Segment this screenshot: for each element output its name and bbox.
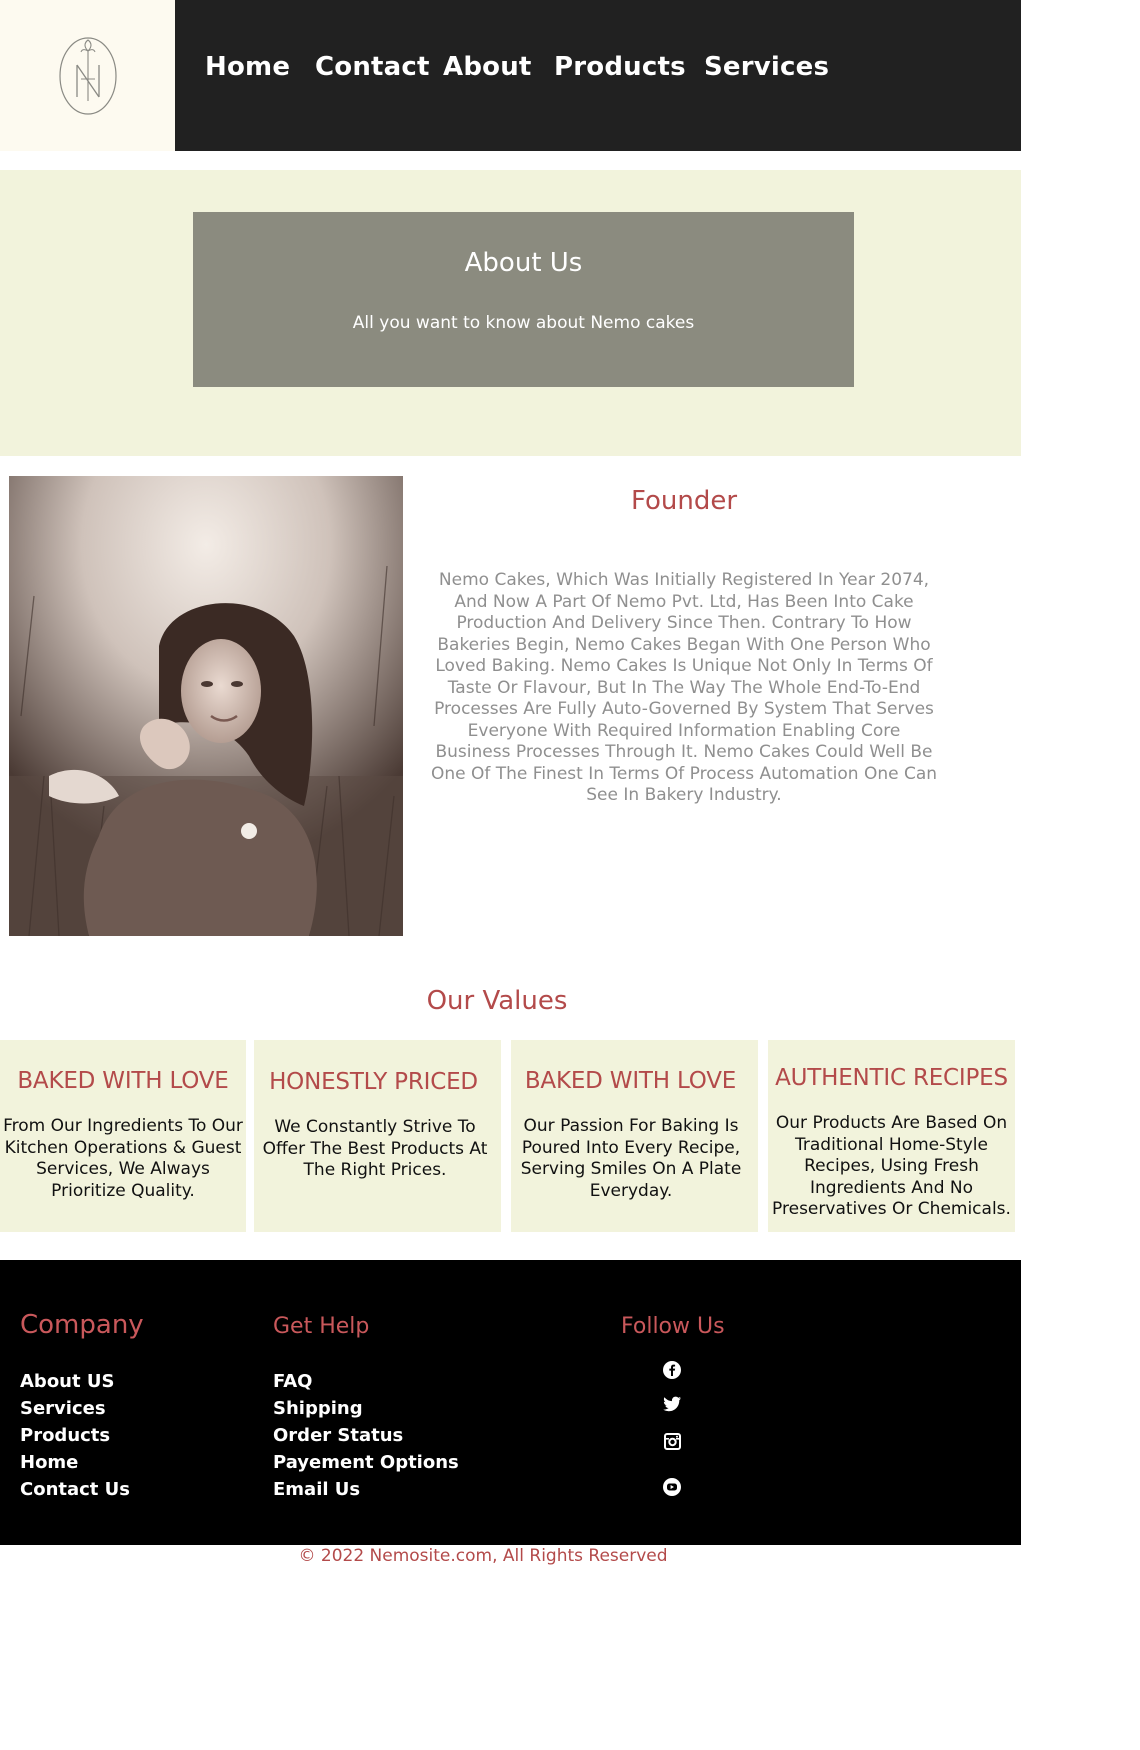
twitter-icon[interactable] xyxy=(661,1393,683,1415)
value-card-heading: AUTHENTIC RECIPES xyxy=(775,1065,1008,1091)
footer-link-payment-options[interactable]: Payement Options xyxy=(273,1452,459,1473)
footer-link-faq[interactable]: FAQ xyxy=(273,1371,312,1392)
footer-link-services[interactable]: Services xyxy=(20,1398,106,1419)
page-title: About Us xyxy=(464,248,583,278)
main-nav: Home Contact About Products Services xyxy=(175,0,1021,151)
footer-link-contact[interactable]: Contact Us xyxy=(20,1479,130,1500)
value-card-text: Our Passion For Baking Is Poured Into Ev… xyxy=(520,1116,742,1201)
footer-company-heading: Company xyxy=(20,1310,144,1340)
value-card: AUTHENTIC RECIPES Our Products Are Based… xyxy=(768,1040,1015,1232)
footer-link-about[interactable]: About US xyxy=(20,1371,114,1392)
brand-logo xyxy=(58,36,117,115)
nav-services[interactable]: Services xyxy=(704,52,829,82)
footer-follow-heading: Follow Us xyxy=(621,1314,725,1339)
value-card-heading: BAKED WITH LOVE xyxy=(524,1068,737,1094)
footer-link-home[interactable]: Home xyxy=(20,1452,78,1473)
page-subtitle: All you want to know about Nemo cakes xyxy=(352,313,695,333)
footer-link-email[interactable]: Email Us xyxy=(273,1479,360,1500)
footer-link-shipping[interactable]: Shipping xyxy=(273,1398,363,1419)
nav-about[interactable]: About xyxy=(443,52,532,82)
copyright-text: © 2022 Nemosite.com, All Rights Reserved xyxy=(298,1546,668,1566)
value-card-text: From Our Ingredients To Our Kitchen Oper… xyxy=(3,1116,243,1201)
value-card-text: Our Products Are Based On Traditional Ho… xyxy=(772,1113,1011,1219)
nav-home[interactable]: Home xyxy=(205,52,290,82)
value-card-heading: BAKED WITH LOVE xyxy=(17,1068,229,1094)
footer-link-order-status[interactable]: Order Status xyxy=(273,1425,403,1446)
site-footer: Company About US Services Products Home … xyxy=(0,1260,1021,1545)
value-card: BAKED WITH LOVE Our Passion For Baking I… xyxy=(511,1040,758,1232)
value-card: BAKED WITH LOVE From Our Ingredients To … xyxy=(0,1040,246,1232)
youtube-icon[interactable] xyxy=(661,1476,683,1498)
nav-contact[interactable]: Contact xyxy=(315,52,430,82)
founder-heading: Founder xyxy=(630,486,738,516)
value-card-heading: HONESTLY PRICED xyxy=(269,1069,478,1095)
nav-products[interactable]: Products xyxy=(554,52,686,82)
value-card: HONESTLY PRICED We Constantly Strive To … xyxy=(254,1040,501,1232)
footer-help-heading: Get Help xyxy=(273,1314,370,1339)
values-heading: Our Values xyxy=(426,986,568,1016)
facebook-icon[interactable] xyxy=(661,1359,683,1381)
logo-area[interactable] xyxy=(0,0,175,151)
founder-photo xyxy=(9,476,403,936)
hero-card: About Us All you want to know about Nemo… xyxy=(193,212,854,387)
footer-link-products[interactable]: Products xyxy=(20,1425,110,1446)
hero-section: About Us All you want to know about Nemo… xyxy=(0,170,1021,456)
founder-description: Nemo Cakes, Which Was Initially Register… xyxy=(430,570,938,805)
instagram-icon[interactable] xyxy=(661,1430,683,1452)
value-card-text: We Constantly Strive To Offer The Best P… xyxy=(262,1117,488,1180)
